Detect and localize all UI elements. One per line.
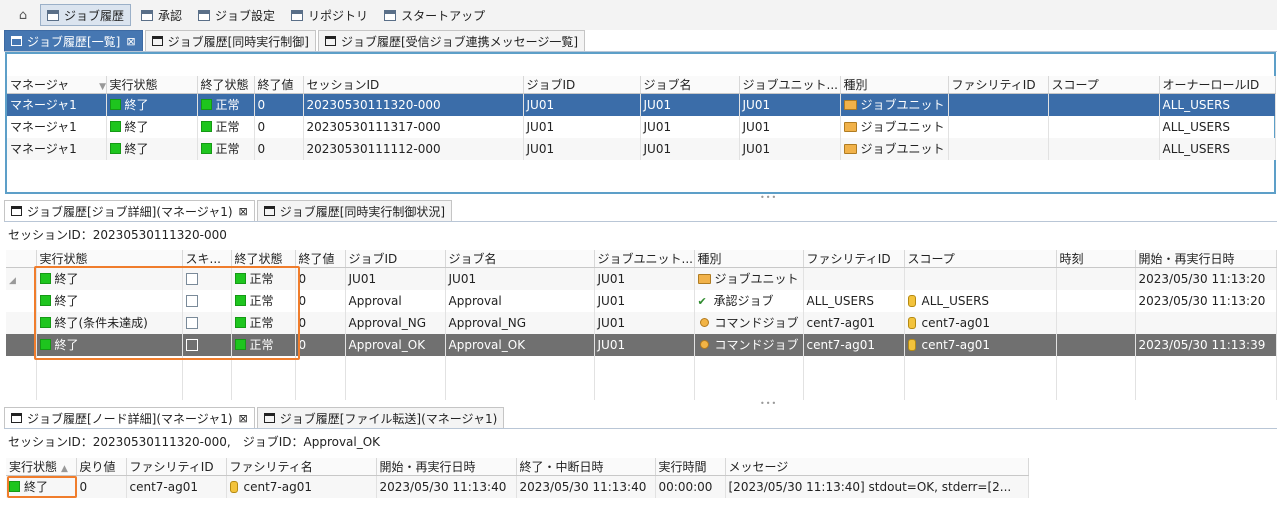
tab-file-transfer[interactable]: ジョブ履歴[ファイル転送](マネージャ1) — [256, 407, 505, 428]
folder-icon — [697, 274, 711, 285]
col-end-state[interactable]: 終了状態 — [197, 76, 255, 94]
approval-check-icon: ✔ — [697, 295, 707, 308]
window-icon — [198, 9, 211, 21]
highlight-box-node-state — [7, 476, 77, 498]
panel2-tabbar: ジョブ履歴[ジョブ詳細](マネージャ1) ⊠ ジョブ履歴[同時実行制御状況] — [4, 200, 1277, 222]
job-history-table: マネージャ ▼ 実行状態 終了状態 終了値 セッションID ジョブID ジョブ名 … — [7, 76, 1276, 160]
toolbar-startup[interactable]: スタートアップ — [378, 4, 491, 26]
window-icon — [263, 413, 275, 423]
col-jobunit[interactable]: ジョブユニット... — [739, 76, 841, 94]
col-run-state[interactable]: 実行状態 — [36, 250, 183, 268]
command-job-icon — [699, 318, 709, 327]
tab-received-messages[interactable]: ジョブ履歴[受信ジョブ連携メッセージ一覧] — [317, 30, 586, 51]
status-green-icon — [200, 99, 212, 111]
window-icon — [384, 9, 397, 21]
window-icon — [151, 36, 163, 46]
status-green-icon — [200, 121, 212, 132]
folder-icon — [843, 122, 857, 132]
window-icon — [11, 413, 22, 423]
col-job-name[interactable]: ジョブ名 — [640, 76, 740, 94]
status-green-icon — [109, 99, 121, 111]
main-toolbar: ⌂ ジョブ履歴 承認 ジョブ設定 リポジトリ スタートアップ — [0, 0, 1277, 30]
close-icon[interactable]: ⊠ — [239, 205, 248, 218]
tab-job-history-list[interactable]: ジョブ履歴[一覧] ⊠ — [4, 30, 143, 51]
col-facility-id[interactable]: ファシリティID — [948, 76, 1049, 94]
col-elapsed[interactable]: 実行時間 — [655, 458, 726, 476]
col-end-value[interactable]: 終了値 — [295, 250, 346, 268]
tab-concurrency-control[interactable]: ジョブ履歴[同時実行制御] — [144, 30, 316, 51]
col-skip[interactable]: スキ... — [182, 250, 232, 268]
col-end-value[interactable]: 終了値 — [254, 76, 304, 94]
col-run-state[interactable]: 実行状態 — [106, 76, 198, 94]
window-icon — [324, 36, 336, 46]
window-icon — [47, 9, 59, 21]
command-job-icon — [699, 340, 709, 349]
col-end-time[interactable]: 終了・中断日時 — [516, 458, 656, 476]
scope-icon — [907, 316, 916, 329]
tab-job-detail[interactable]: ジョブ履歴[ジョブ詳細](マネージャ1) ⊠ — [4, 200, 255, 221]
toolbar-job-settings[interactable]: ジョブ設定 — [192, 4, 281, 26]
table-row[interactable]: マネージャ1 終了 正常 0 20230530111317-000 JU01 J… — [7, 115, 1276, 138]
window-icon — [263, 206, 275, 216]
scope-icon — [907, 294, 916, 307]
table-row[interactable]: マネージャ1 終了 正常 0 20230530111112-000 JU01 J… — [7, 137, 1276, 160]
folder-icon — [843, 144, 857, 154]
col-jobunit[interactable]: ジョブユニット... — [594, 250, 695, 268]
col-manager[interactable]: マネージャ ▼ — [7, 76, 107, 94]
col-job-name[interactable]: ジョブ名 — [445, 250, 595, 268]
home-icon[interactable]: ⌂ — [16, 8, 30, 23]
highlight-box-job-states — [34, 266, 300, 360]
tab-node-detail[interactable]: ジョブ履歴[ノード詳細](マネージャ1) ⊠ — [4, 407, 255, 428]
toolbar-repository[interactable]: リポジトリ — [285, 4, 374, 26]
sort-down-icon: ▼ — [99, 82, 106, 92]
status-green-icon — [109, 143, 121, 154]
col-message[interactable]: メッセージ — [725, 458, 1029, 476]
node-icon — [229, 480, 238, 493]
col-session-id[interactable]: セッションID — [303, 76, 524, 94]
status-green-icon — [109, 121, 121, 132]
window-icon — [11, 36, 22, 46]
window-icon — [291, 9, 304, 21]
col-facility-id[interactable]: ファシリティID — [803, 250, 905, 268]
tab-concurrency-status[interactable]: ジョブ履歴[同時実行制御状況] — [256, 200, 453, 221]
col-facility-name[interactable]: ファシリティ名 — [226, 458, 377, 476]
table-row[interactable]: 終了 0 cent7-ag01 cent7-ag01 2023/05/30 11… — [6, 475, 1029, 498]
col-type[interactable]: 種別 — [694, 250, 804, 268]
col-owner-role[interactable]: オーナーロールID — [1159, 76, 1276, 94]
col-run-state[interactable]: 実行状態 ▲ — [6, 458, 77, 476]
col-end-state[interactable]: 終了状態 — [231, 250, 296, 268]
node-detail-session-info: セッションID：20230530111320-000, ジョブID：Approv… — [8, 435, 381, 449]
col-time[interactable]: 時刻 — [1056, 250, 1136, 268]
tree-collapse-icon[interactable]: ◢ — [9, 276, 16, 286]
col-job-id[interactable]: ジョブID — [523, 76, 641, 94]
col-scope[interactable]: スコープ — [1048, 76, 1160, 94]
col-facility-id[interactable]: ファシリティID — [126, 458, 227, 476]
sort-up-icon: ▲ — [61, 464, 68, 474]
node-detail-table: 実行状態 ▲ 戻り値 ファシリティID ファシリティ名 開始・再実行日時 終了・中… — [6, 458, 1029, 498]
toolbar-job-history[interactable]: ジョブ履歴 — [40, 4, 132, 26]
col-job-id[interactable]: ジョブID — [345, 250, 446, 268]
scope-icon — [907, 338, 916, 351]
job-detail-session-info: セッションID：20230530111320-000 — [8, 228, 227, 242]
status-green-icon — [200, 143, 212, 154]
window-icon — [11, 206, 22, 216]
folder-icon — [843, 100, 857, 111]
col-return-value[interactable]: 戻り値 — [76, 458, 127, 476]
toolbar-approval[interactable]: 承認 — [135, 4, 188, 26]
col-start-time[interactable]: 開始・再実行日時 — [1135, 250, 1277, 268]
col-type[interactable]: 種別 — [840, 76, 949, 94]
close-icon[interactable]: ⊠ — [239, 412, 248, 425]
panel1-tabbar: ジョブ履歴[一覧] ⊠ ジョブ履歴[同時実行制御] ジョブ履歴[受信ジョブ連携メッ… — [4, 30, 1277, 52]
sash-2[interactable]: ••• — [0, 400, 1277, 408]
window-icon — [141, 9, 154, 21]
panel3-tabbar: ジョブ履歴[ノード詳細](マネージャ1) ⊠ ジョブ履歴[ファイル転送](マネージ… — [4, 407, 1277, 429]
col-scope[interactable]: スコープ — [904, 250, 1057, 268]
col-start-time[interactable]: 開始・再実行日時 — [376, 458, 517, 476]
table-row[interactable]: マネージャ1 終了 正常 0 20230530111320-000 JU01 J… — [7, 93, 1276, 116]
close-icon[interactable]: ⊠ — [126, 35, 135, 48]
